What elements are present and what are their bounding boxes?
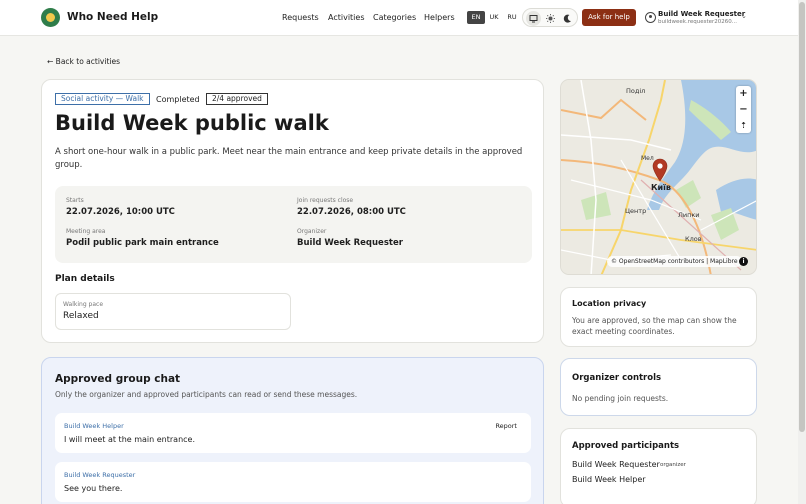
activity-info-box: Starts 22.07.2026, 10:00 UTC Join reques…	[55, 186, 532, 263]
map-label-tsentr: Центр	[625, 207, 647, 215]
chevron-down-icon[interactable]: ⌄	[741, 12, 747, 20]
report-button[interactable]: Report	[495, 422, 517, 430]
activity-description: A short one-hour walk in a public park. …	[55, 147, 523, 170]
zoom-in-button[interactable]: +	[736, 86, 751, 101]
user-name[interactable]: Build Week Requester	[658, 10, 745, 18]
theme-switcher	[522, 8, 578, 27]
approved-count-badge: 2/4 approved	[206, 93, 268, 105]
map-label-podil: Поділ	[626, 87, 646, 95]
walking-pace-label: Walking pace	[63, 301, 104, 308]
organizer-controls-card: Organizer controls No pending join reque…	[560, 358, 757, 416]
moon-icon[interactable]	[560, 11, 575, 26]
meeting-label: Meeting area	[66, 228, 106, 235]
message-author[interactable]: Build Week Requester	[64, 471, 135, 479]
plan-details-heading: Plan details	[55, 274, 115, 284]
approved-participants-title: Approved participants	[572, 441, 680, 451]
map-zoom-controls: + − ⇡	[736, 86, 751, 133]
location-pin-icon[interactable]	[652, 158, 668, 182]
organizer-value: Build Week Requester	[297, 238, 403, 248]
message-author[interactable]: Build Week Helper	[64, 422, 124, 430]
scrollbar-thumb[interactable]	[799, 2, 805, 432]
map-label-klov: Клов	[685, 235, 702, 243]
nav-requests[interactable]: Requests	[282, 13, 319, 22]
participant-name: Build Week Helper	[572, 475, 646, 484]
map-label-kyiv: Київ	[651, 183, 671, 192]
participant-name: Build Week Requester	[572, 460, 660, 469]
starts-label: Starts	[66, 197, 84, 204]
lang-uk[interactable]: UK	[487, 11, 501, 24]
back-to-activities-link[interactable]: ← Back to activities	[47, 57, 120, 66]
chat-message: Build Week Helper Report I will meet at …	[55, 413, 531, 453]
organizer-label: Organizer	[297, 228, 327, 235]
group-chat-card: Approved group chat Only the organizer a…	[41, 357, 544, 504]
group-chat-title: Approved group chat	[55, 373, 181, 385]
lang-ru[interactable]: RU	[505, 11, 519, 24]
walking-pace-value: Relaxed	[63, 311, 99, 321]
location-privacy-text-1: You are approved, so the map can show th…	[572, 316, 737, 325]
no-pending-text: No pending join requests.	[572, 394, 669, 403]
brand-logo-icon[interactable]	[41, 8, 60, 27]
ask-for-help-button[interactable]: Ask for help	[582, 9, 636, 26]
user-avatar-icon[interactable]	[645, 12, 656, 23]
location-map[interactable]: Поділ Київ Центр Липки Клов Мел + − ⇡ © …	[560, 79, 757, 275]
reset-north-button[interactable]: ⇡	[736, 118, 751, 133]
chat-message: Build Week Requester See you there.	[55, 462, 531, 502]
nav-categories[interactable]: Categories	[373, 13, 416, 22]
participant-role-badge: organizer	[660, 462, 686, 468]
user-email[interactable]: buildweek.requester20260...	[658, 19, 738, 25]
join-close-label: Join requests close	[297, 197, 354, 204]
location-privacy-title: Location privacy	[572, 299, 647, 308]
lang-en[interactable]: EN	[467, 11, 485, 24]
map-label-lypky: Липки	[678, 211, 700, 219]
brand-name[interactable]: Who Need Help	[67, 11, 158, 23]
walking-pace-box: Walking pace Relaxed	[55, 293, 291, 330]
join-close-value: 22.07.2026, 08:00 UTC	[297, 207, 406, 217]
starts-value: 22.07.2026, 10:00 UTC	[66, 207, 175, 217]
top-header: Who Need Help Requests Activities Catego…	[0, 0, 798, 36]
group-chat-subtitle: Only the organizer and approved particip…	[55, 390, 358, 399]
meeting-value: Podil public park main entrance	[66, 238, 219, 248]
approved-participants-card: Approved participants Build Week Request…	[560, 428, 757, 504]
activity-card: Social activity — Walk Completed 2/4 app…	[41, 79, 544, 343]
map-attribution[interactable]: © OpenStreetMap contributors | MapLibre	[607, 256, 742, 267]
location-privacy-text-2: exact meeting coordinates.	[572, 327, 675, 336]
nav-helpers[interactable]: Helpers	[424, 13, 455, 22]
monitor-icon[interactable]	[526, 11, 541, 26]
status-label: Completed	[156, 95, 200, 104]
nav-activities[interactable]: Activities	[328, 13, 365, 22]
organizer-controls-title: Organizer controls	[572, 373, 662, 383]
message-text: See you there.	[64, 484, 123, 493]
message-text: I will meet at the main entrance.	[64, 435, 196, 444]
page-title: Build Week public walk	[55, 111, 329, 135]
category-tag: Social activity — Walk	[55, 93, 150, 105]
sun-icon[interactable]	[543, 11, 558, 26]
info-icon[interactable]: i	[739, 257, 748, 266]
location-privacy-card: Location privacy You are approved, so th…	[560, 287, 757, 347]
zoom-out-button[interactable]: −	[736, 102, 751, 117]
page-scrollbar[interactable]	[798, 0, 806, 504]
